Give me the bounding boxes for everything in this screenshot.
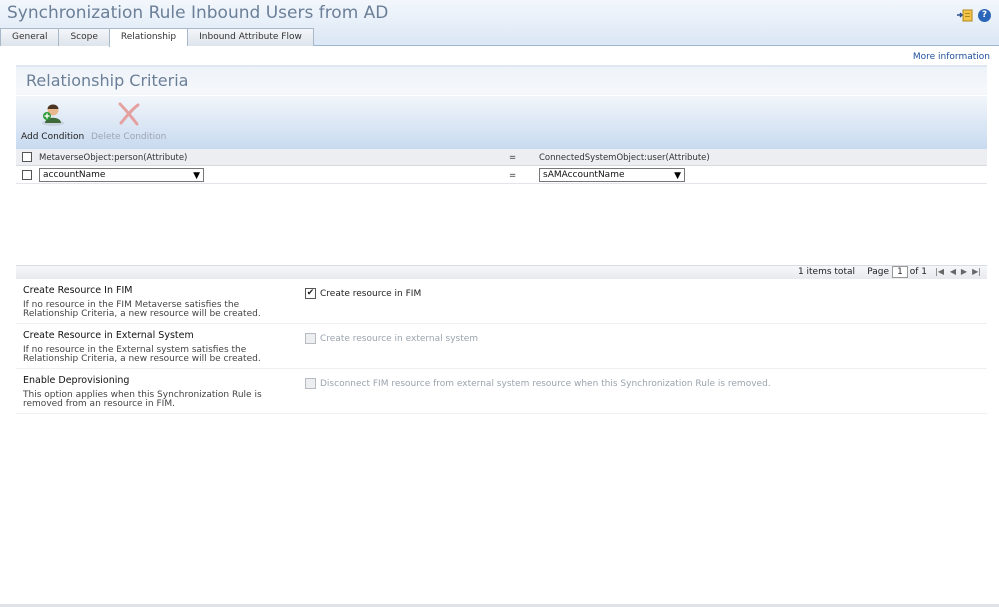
add-condition-label: Add Condition bbox=[21, 132, 85, 142]
panel-title: Relationship Criteria bbox=[26, 71, 189, 90]
next-page-icon[interactable]: ▶ bbox=[961, 267, 967, 276]
grid-pager: 1 items total Page 1 of 1 |◀ ◀ ▶ ▶| bbox=[16, 265, 987, 279]
header-actions: ? bbox=[957, 8, 991, 22]
metaverse-column-header: MetaverseObject:person(Attribute) bbox=[39, 153, 188, 163]
first-page-icon[interactable]: |◀ bbox=[935, 267, 944, 276]
metaverse-attribute-value: accountName bbox=[43, 170, 106, 180]
section-title: Enable Deprovisioning bbox=[23, 375, 130, 386]
tab-relationship[interactable]: Relationship bbox=[108, 28, 188, 47]
row-checkbox[interactable] bbox=[22, 170, 32, 180]
section-title: Create Resource in External System bbox=[23, 330, 194, 341]
criteria-grid-header: MetaverseObject:person(Attribute) = Conn… bbox=[16, 149, 987, 166]
tab-general[interactable]: General bbox=[0, 28, 59, 46]
chevron-down-icon: ▼ bbox=[193, 171, 200, 181]
tab-inbound-attribute-flow[interactable]: Inbound Attribute Flow bbox=[187, 28, 314, 46]
metaverse-attribute-select[interactable]: accountName ▼ bbox=[39, 168, 204, 182]
add-condition-button[interactable]: Add Condition bbox=[21, 101, 84, 142]
section-title: Create Resource In FIM bbox=[23, 285, 133, 296]
tab-scope[interactable]: Scope bbox=[58, 28, 109, 46]
items-total: 1 items total bbox=[797, 267, 855, 277]
create-resource-fim-label: Create resource in FIM bbox=[320, 289, 422, 299]
operator-column-header: = bbox=[509, 153, 517, 163]
table-row: accountName ▼ = sAMAccountName ▼ bbox=[16, 166, 987, 184]
section-description: If no resource in the External system sa… bbox=[23, 345, 261, 364]
page-label: Page bbox=[867, 267, 889, 277]
delete-condition-label: Delete Condition bbox=[91, 132, 167, 142]
connected-system-column-header: ConnectedSystemObject:user(Attribute) bbox=[539, 153, 710, 163]
row-operator: = bbox=[509, 171, 517, 181]
create-resource-external-checkbox[interactable] bbox=[305, 333, 316, 344]
last-page-icon[interactable]: ▶| bbox=[972, 267, 981, 276]
relationship-criteria-panel: Relationship Criteria Add Condition Dele… bbox=[16, 65, 987, 149]
delete-condition-button[interactable]: Delete Condition bbox=[91, 101, 166, 142]
connected-system-attribute-select[interactable]: sAMAccountName ▼ bbox=[539, 168, 685, 182]
page-count: of 1 bbox=[909, 267, 927, 277]
page-number-input[interactable]: 1 bbox=[892, 266, 908, 278]
connected-system-attribute-value: sAMAccountName bbox=[543, 170, 625, 180]
chevron-down-icon: ▼ bbox=[674, 171, 681, 181]
add-user-icon bbox=[40, 104, 66, 130]
page-title: Synchronization Rule Inbound Users from … bbox=[7, 3, 389, 23]
panel-divider bbox=[16, 95, 987, 96]
disconnect-resource-label: Disconnect FIM resource from external sy… bbox=[320, 379, 771, 389]
export-icon[interactable] bbox=[957, 8, 973, 22]
section-description: This option applies when this Synchroniz… bbox=[23, 390, 262, 409]
tab-bar: General Scope Relationship Inbound Attri… bbox=[0, 28, 314, 47]
more-information-link[interactable]: More information bbox=[913, 52, 990, 62]
create-resource-external-label: Create resource in external system bbox=[320, 334, 479, 344]
create-resource-fim-section: Create Resource In FIM If no resource in… bbox=[16, 279, 987, 324]
section-description: If no resource in the FIM Metaverse sati… bbox=[23, 300, 261, 319]
disconnect-resource-checkbox[interactable] bbox=[305, 378, 316, 389]
help-icon[interactable]: ? bbox=[978, 8, 991, 22]
delete-x-icon bbox=[116, 102, 142, 130]
enable-deprovisioning-section: Enable Deprovisioning This option applie… bbox=[16, 369, 987, 414]
create-resource-external-section: Create Resource in External System If no… bbox=[16, 324, 987, 369]
select-all-checkbox[interactable] bbox=[22, 152, 32, 162]
create-resource-fim-checkbox[interactable]: ✔ bbox=[305, 288, 316, 299]
prev-page-icon[interactable]: ◀ bbox=[950, 267, 956, 276]
page-header: Synchronization Rule Inbound Users from … bbox=[0, 0, 999, 47]
